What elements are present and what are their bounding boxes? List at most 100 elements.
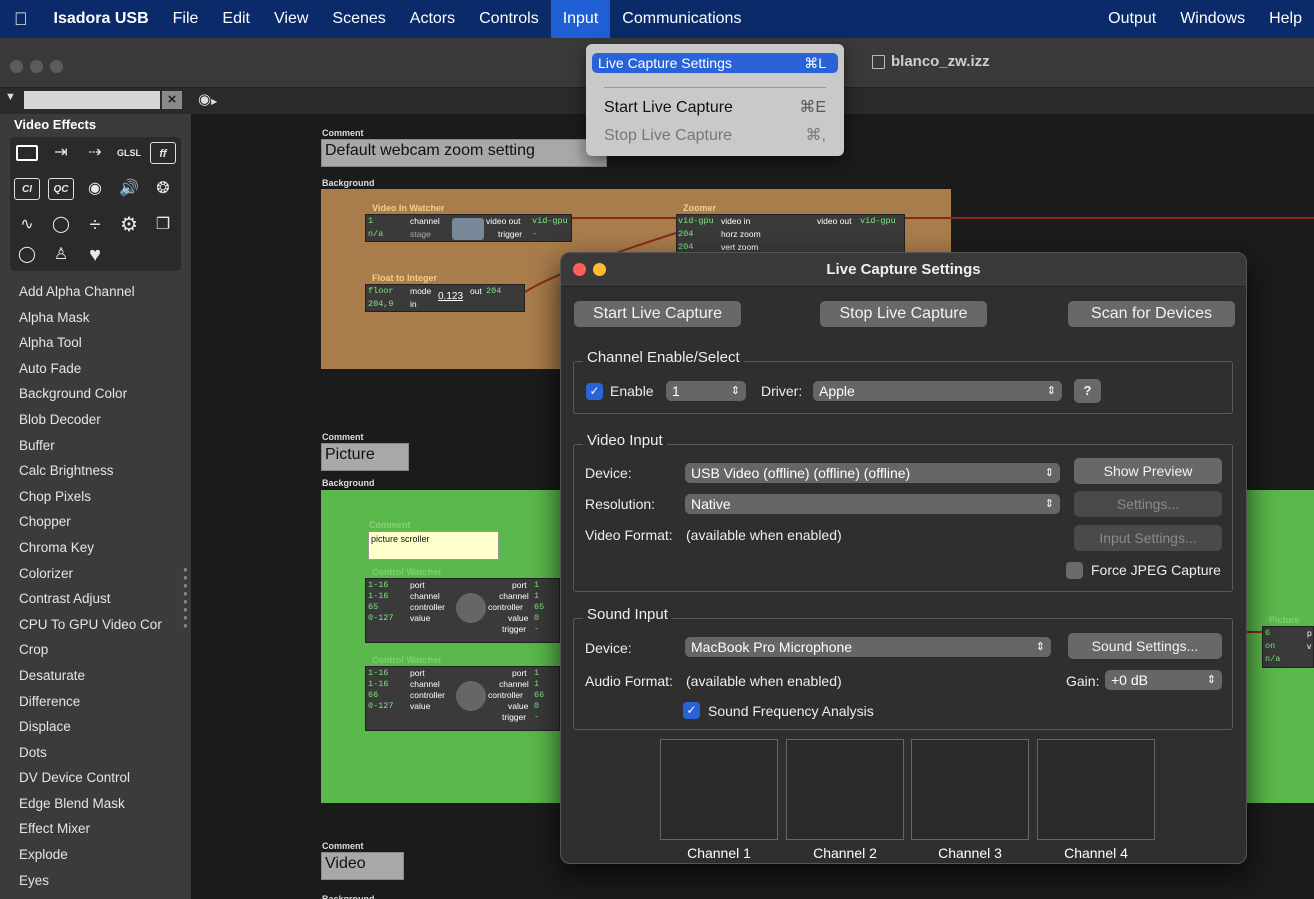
output-value: 1: [534, 668, 540, 678]
input-value[interactable]: 0-127: [368, 613, 394, 623]
input-value[interactable]: 66: [368, 690, 378, 700]
input-value[interactable]: 1-16: [368, 668, 388, 678]
gain-select[interactable]: +0 dB ⇕: [1105, 670, 1222, 690]
output-value: -: [534, 712, 540, 722]
channel-select[interactable]: 1 ⇕: [666, 381, 746, 401]
input-value[interactable]: 65: [368, 602, 378, 612]
force-jpeg-checkbox[interactable]: [1066, 562, 1083, 579]
driver-label: Driver:: [761, 383, 803, 399]
output-label: port: [512, 668, 527, 678]
resolution-label: Resolution:: [585, 496, 656, 512]
actor-zoomer[interactable]: Zoomer vid-gpu 204 204 video in horz zoo…: [676, 203, 905, 254]
chevron-updown-icon: ⇕: [1035, 641, 1045, 653]
menu-item-label: Stop Live Capture: [604, 127, 733, 144]
output-label: out: [470, 286, 482, 296]
audio-format-value: (available when enabled): [686, 673, 842, 689]
output-label: port: [512, 580, 527, 590]
menu-item-live-capture-settings[interactable]: Live Capture Settings ⌘L: [592, 53, 838, 73]
input-value[interactable]: 0-127: [368, 701, 394, 711]
input-label: channel: [410, 591, 440, 601]
actor-control-watcher[interactable]: Control Watcher 1-16 1-16 65 0-127 port …: [365, 567, 560, 643]
eye-icon: [452, 218, 484, 240]
actor-title: Picture: [1269, 615, 1300, 625]
actor-picture[interactable]: Picture 6 on n/a p v: [1262, 615, 1314, 668]
output-label: video out: [486, 216, 521, 226]
actor-video-in-watcher[interactable]: Video In Watcher 1 n/a channel stage vid…: [365, 203, 572, 242]
channel-label-1: Channel 1: [687, 845, 751, 861]
output-value: 1: [534, 580, 540, 590]
video-device-select[interactable]: USB Video (offline) (offline) (offline) …: [685, 463, 1060, 483]
help-button[interactable]: ?: [1074, 379, 1101, 403]
sound-device-value: MacBook Pro Microphone: [691, 639, 853, 655]
actor-title: Control Watcher: [372, 567, 442, 577]
channel-preview-1[interactable]: [660, 739, 778, 840]
output-value: 1: [534, 591, 540, 601]
sound-device-select[interactable]: MacBook Pro Microphone ⇕: [685, 637, 1051, 657]
stop-live-capture-button[interactable]: Stop Live Capture: [820, 301, 987, 327]
input-value[interactable]: floor: [368, 286, 394, 296]
input-value[interactable]: 1-16: [368, 580, 388, 590]
resolution-value: Native: [691, 496, 731, 512]
output-value: 66: [534, 690, 545, 700]
input-label: mode: [410, 286, 432, 296]
output-label: channel: [499, 679, 529, 689]
input-label: channel: [410, 216, 440, 226]
output-value: -: [532, 229, 538, 239]
output-label: video out: [817, 216, 852, 226]
input-value[interactable]: 204: [678, 229, 693, 239]
output-value: 65: [534, 602, 545, 612]
driver-select[interactable]: Apple ⇕: [813, 381, 1062, 401]
input-value[interactable]: 1: [368, 216, 373, 226]
input-value[interactable]: n/a: [368, 229, 383, 239]
menu-item-start-live-capture[interactable]: Start Live Capture ⌘E: [592, 95, 838, 121]
display-value: 0.123: [438, 291, 464, 302]
sound-input-group-title: Sound Input: [583, 606, 672, 623]
sound-frequency-checkbox[interactable]: ✓: [683, 702, 700, 719]
channel-preview-3[interactable]: [911, 739, 1029, 840]
actor-title: Control Watcher: [372, 655, 442, 665]
sound-settings-button[interactable]: Sound Settings...: [1068, 633, 1222, 659]
input-value[interactable]: 6: [1265, 628, 1270, 638]
channel-label-4: Channel 4: [1064, 845, 1128, 861]
input-label: value: [410, 613, 431, 623]
actor-title: Video In Watcher: [372, 203, 445, 213]
scan-for-devices-button[interactable]: Scan for Devices: [1068, 301, 1235, 327]
force-jpeg-label: Force JPEG Capture: [1091, 562, 1221, 578]
actor-float-to-integer[interactable]: Float to Integer floor 204,9 mode in 0.1…: [365, 273, 525, 312]
output-value: 1: [534, 679, 540, 689]
device-label: Device:: [585, 465, 632, 481]
input-value[interactable]: 1-16: [368, 679, 388, 689]
input-value[interactable]: 1-16: [368, 591, 388, 601]
show-preview-button[interactable]: Show Preview: [1074, 458, 1222, 484]
actor-control-watcher[interactable]: Control Watcher 1-16 1-16 66 0-127 port …: [365, 655, 560, 731]
input-label: stage: [410, 229, 431, 239]
audio-format-label: Audio Format:: [585, 673, 673, 689]
output-value: 204: [486, 286, 502, 296]
channel-preview-4[interactable]: [1037, 739, 1155, 840]
input-value[interactable]: 204,9: [368, 299, 394, 309]
menu-item-stop-live-capture: Stop Live Capture ⌘,: [592, 123, 838, 149]
output-label: controller: [488, 690, 523, 700]
channel-preview-2[interactable]: [786, 739, 904, 840]
start-live-capture-button[interactable]: Start Live Capture: [574, 301, 741, 327]
output-label: channel: [499, 591, 529, 601]
input-label: horz zoom: [721, 229, 761, 239]
input-menu-dropdown: Live Capture Settings ⌘L Start Live Capt…: [586, 44, 844, 156]
menu-item-shortcut: ⌘E: [799, 99, 826, 116]
input-value[interactable]: vid-gpu: [678, 216, 714, 226]
comment-box-picture-scroller[interactable]: picture scroller: [368, 531, 499, 560]
input-label: video in: [721, 216, 751, 226]
resolution-select[interactable]: Native ⇕: [685, 494, 1060, 514]
input-value[interactable]: on: [1265, 641, 1275, 651]
enable-checkbox[interactable]: ✓: [586, 383, 603, 400]
channel-group-title: Channel Enable/Select: [583, 349, 744, 366]
output-label: trigger: [502, 624, 527, 634]
output-label: trigger: [502, 712, 527, 722]
input-value[interactable]: n/a: [1265, 654, 1280, 664]
enable-label: Enable: [610, 383, 654, 399]
output-label: value: [508, 701, 529, 711]
input-value[interactable]: 204: [678, 242, 693, 252]
gain-label: Gain:: [1066, 673, 1100, 689]
output-value: -: [534, 624, 540, 634]
input-label: value: [410, 701, 431, 711]
